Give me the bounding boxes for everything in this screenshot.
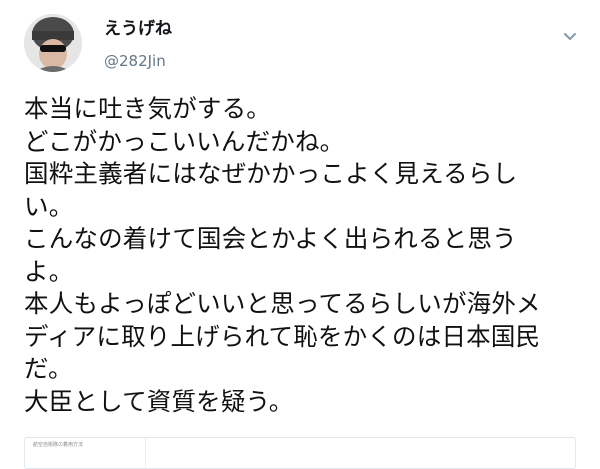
attachment-divider: [145, 438, 146, 468]
tweet-text-line: どこがかっこいいんだかね。: [24, 126, 345, 156]
tweet-header: えうげね @282Jin: [0, 0, 600, 90]
chevron-down-icon: [564, 33, 576, 40]
tweet-text-line: 本当に吐き気がする。: [24, 94, 271, 123]
tweet-text-line: ディアに取り上げられて恥をかくのは日本国民: [24, 321, 541, 351]
attachment-caption: 航空自衛隊の着用方法: [33, 442, 84, 448]
tweet-text-line: よ。: [24, 256, 74, 286]
tweet-text-line: い。: [24, 191, 74, 221]
tweet-text-line: だ。: [24, 354, 73, 383]
tweet-text-line: 本人もよっぽどいいと思ってるらしいが海外メ: [24, 289, 541, 318]
user-avatar-icon: [24, 14, 82, 72]
author-handle[interactable]: @282Jin: [104, 51, 166, 71]
tweet-text-line: 国粋主義者にはなぜかかっこよく見えるらし: [24, 159, 518, 188]
tweet-text-line: こんなの着けて国会とかよく出られると思う: [24, 224, 517, 253]
tweet-media-attachment[interactable]: 航空自衛隊の着用方法: [24, 437, 576, 469]
tweet-menu-button[interactable]: [560, 26, 580, 46]
tweet-text: 本当に吐き気がする。 どこがかっこいいんだかね。 国粋主義者にはなぜかかっこよく…: [24, 93, 584, 418]
tweet-text-line: 大臣として資質を疑う。: [24, 386, 294, 416]
author-display-name[interactable]: えうげね: [104, 18, 172, 40]
avatar[interactable]: [24, 14, 82, 72]
